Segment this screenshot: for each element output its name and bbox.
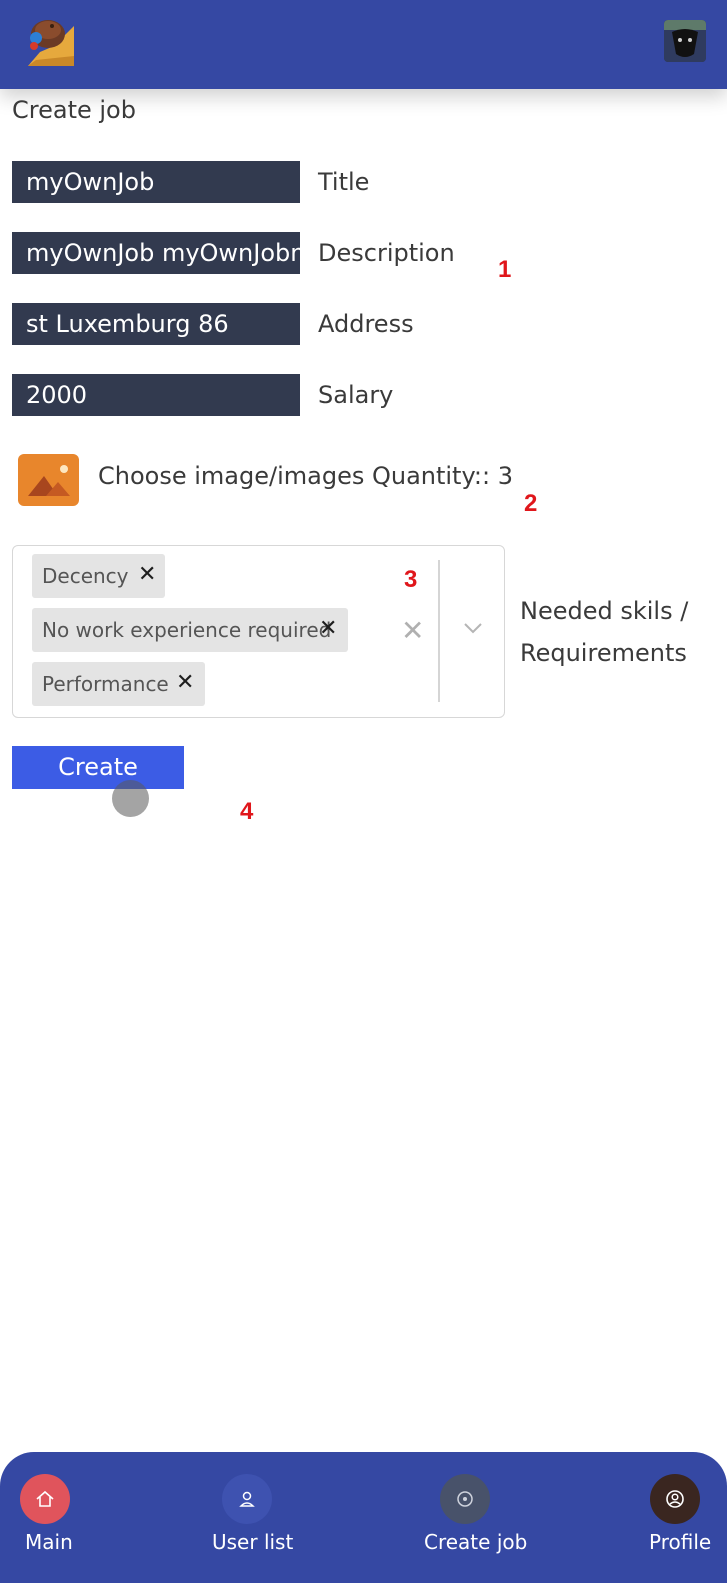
nav-item-user-list[interactable]: User list — [200, 1452, 320, 1583]
bottom-navigation: Main User list Create job Profile — [0, 1452, 727, 1583]
nav-label-create-job: Create job — [424, 1530, 528, 1554]
skills-label-line2: Requirements — [520, 639, 687, 667]
skill-chip: No work experience required ✕ — [32, 608, 348, 652]
armadillo-logo-icon[interactable] — [24, 12, 78, 68]
remove-chip-icon[interactable]: ✕ — [319, 616, 337, 642]
nav-item-profile[interactable]: Profile — [640, 1452, 727, 1583]
remove-chip-icon[interactable]: ✕ — [176, 670, 194, 696]
nav-item-main[interactable]: Main — [0, 1452, 100, 1583]
remove-chip-icon[interactable]: ✕ — [138, 562, 156, 588]
skill-chip-label: Decency — [42, 564, 129, 588]
home-icon — [20, 1474, 70, 1524]
profile-icon — [650, 1474, 700, 1524]
skills-multiselect[interactable]: Decency ✕ No work experience required ✕ … — [12, 545, 505, 718]
image-icon[interactable] — [18, 454, 79, 506]
choose-images-label[interactable]: Choose image/images Quantity:: 3 — [98, 462, 513, 490]
nav-label-profile: Profile — [649, 1530, 712, 1554]
title-label: Title — [318, 168, 370, 196]
salary-label: Salary — [318, 381, 394, 409]
clear-all-icon[interactable]: ✕ — [401, 616, 424, 646]
description-input[interactable]: myOwnJob myOwnJobm — [12, 232, 300, 274]
title-input[interactable]: myOwnJob — [12, 161, 300, 203]
nav-item-create-job[interactable]: Create job — [420, 1452, 550, 1583]
skills-label: Needed skils / Requirements — [520, 590, 688, 674]
annotation-marker-3: 3 — [404, 566, 418, 593]
annotation-marker-2: 2 — [524, 490, 538, 517]
nav-label-user-list: User list — [212, 1530, 294, 1554]
create-button[interactable]: Create — [12, 746, 184, 789]
user-avatar-icon[interactable] — [664, 20, 706, 62]
annotation-marker-4: 4 — [240, 798, 254, 825]
address-label: Address — [318, 310, 414, 338]
touch-indicator — [112, 780, 149, 817]
address-input[interactable]: st Luxemburg 86 — [12, 303, 300, 345]
skills-label-line1: Needed skils / — [520, 597, 689, 625]
skill-chip-label: Performance — [42, 672, 169, 696]
description-label: Description — [318, 239, 455, 267]
salary-input[interactable]: 2000 — [12, 374, 300, 416]
skill-chip: Performance ✕ — [32, 662, 205, 706]
page-title: Create job — [12, 96, 136, 124]
skill-chip-label: No work experience required — [42, 618, 332, 642]
annotation-marker-1: 1 — [498, 256, 512, 283]
indicator-separator — [438, 560, 440, 702]
top-app-bar — [0, 0, 727, 89]
create-job-icon — [440, 1474, 490, 1524]
skill-chip: Decency ✕ — [32, 554, 165, 598]
chevron-down-icon[interactable] — [463, 618, 483, 638]
user-icon — [222, 1474, 272, 1524]
nav-label-main: Main — [25, 1530, 73, 1554]
